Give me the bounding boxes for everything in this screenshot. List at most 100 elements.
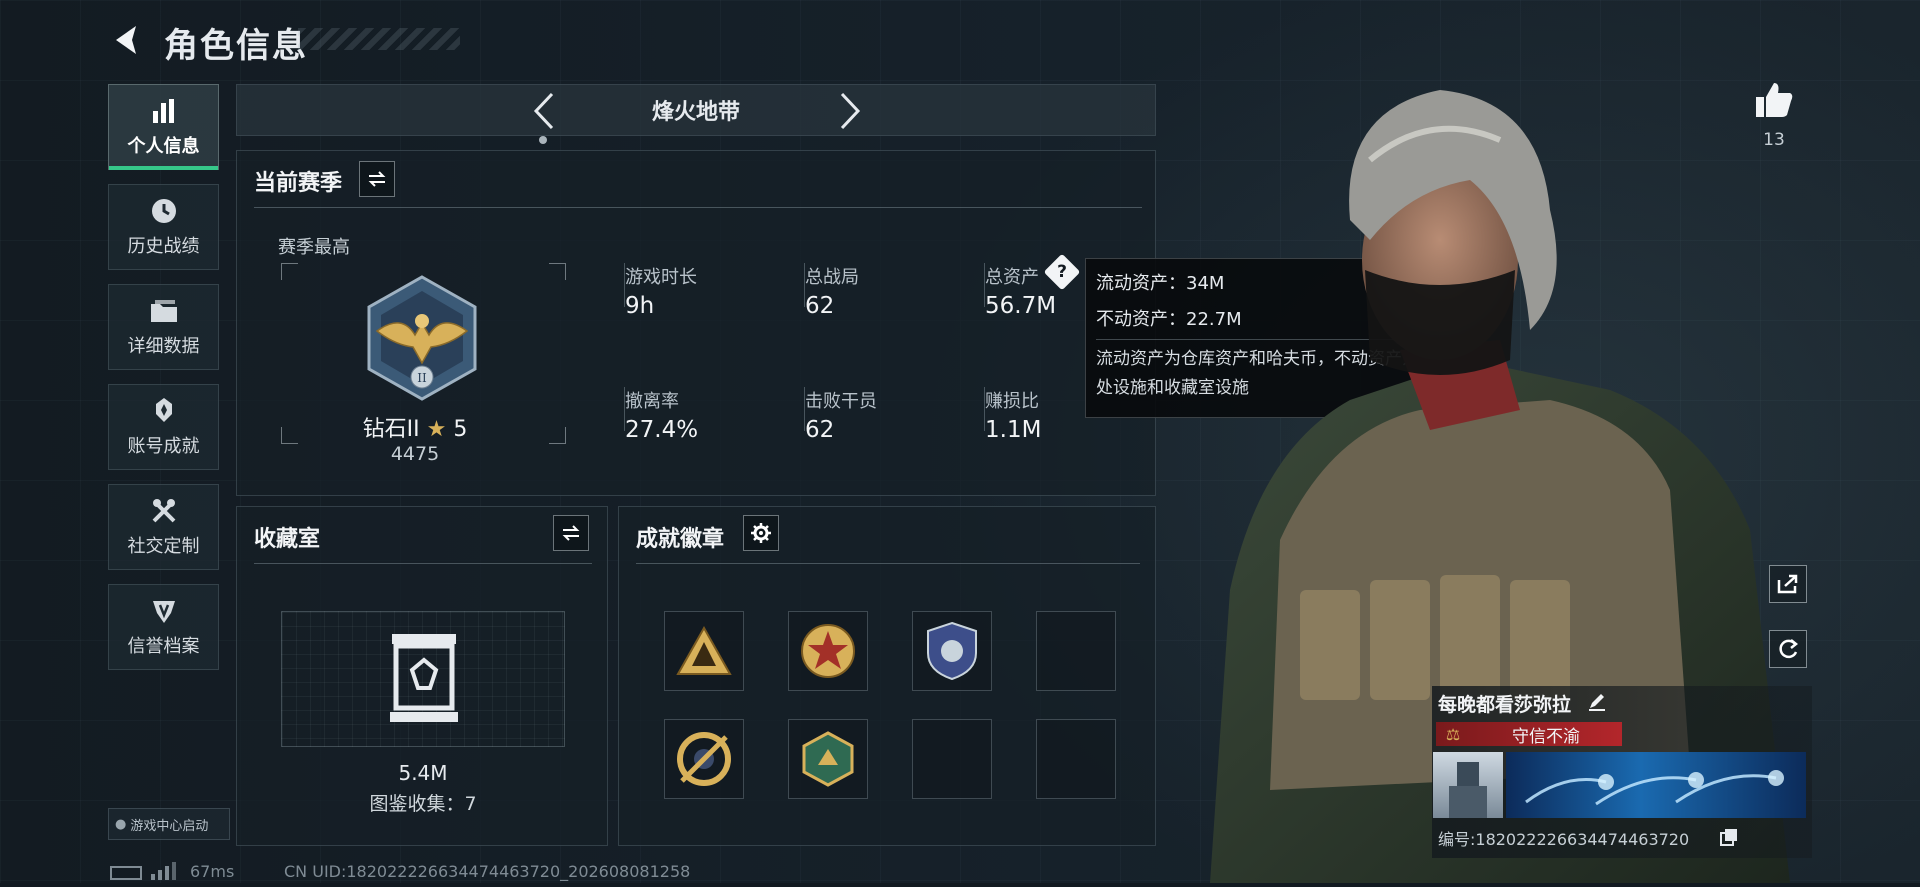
badges-panel: 成就徽章 — [618, 506, 1156, 846]
pencil-icon — [1589, 694, 1605, 711]
frame-corner — [549, 427, 566, 444]
badge-slot[interactable] — [912, 611, 992, 691]
divider — [254, 207, 1142, 208]
star-icon: ★ — [426, 417, 447, 442]
stat-value: 62 — [805, 293, 835, 319]
swap-icon — [562, 525, 580, 541]
like-count: 13 — [1763, 130, 1785, 150]
badge-slot[interactable] — [788, 719, 868, 799]
back-button[interactable] — [108, 18, 144, 62]
badge-slot-empty[interactable] — [912, 719, 992, 799]
stat-value: 9h — [625, 293, 655, 319]
nav-label: 社交定制 — [127, 536, 200, 557]
clock-icon — [149, 196, 179, 226]
collection-preview[interactable] — [281, 611, 565, 747]
refresh-icon — [1779, 639, 1799, 659]
stat-label: 击败干员 — [805, 391, 877, 412]
collection-title: 收藏室 — [254, 527, 321, 552]
rank-score: 4475 — [390, 443, 440, 465]
ping-text: 67ms — [190, 862, 235, 881]
player-name: 每晚都看莎弥拉 — [1438, 694, 1572, 716]
copy-icon — [1720, 829, 1737, 846]
shield-icon — [149, 596, 179, 626]
battery-icon — [110, 866, 142, 880]
season-title: 当前赛季 — [254, 171, 343, 196]
stat-value: 27.4% — [625, 417, 699, 443]
copy-id-button[interactable] — [1720, 828, 1738, 846]
thumbs-up-icon — [1756, 83, 1793, 117]
gear-icon — [751, 523, 771, 543]
svg-text:II: II — [417, 371, 427, 385]
nav-personal-info[interactable]: 个人信息 — [108, 84, 219, 170]
collection-switch-button[interactable] — [553, 515, 589, 551]
qq-icon: ● — [115, 816, 127, 832]
player-title-badge: ⚖ 守信不渝 — [1436, 722, 1622, 747]
scale-icon: ⚖ — [1445, 724, 1461, 744]
collection-panel: 收藏室 5.4M 图鉴收集：7 — [236, 506, 608, 846]
season-best-label: 赛季最高 — [278, 237, 350, 258]
game-center-label: 游戏中心启动 — [130, 818, 209, 834]
nav-account-achievements[interactable]: 账号成就 — [108, 384, 219, 470]
player-banner — [1506, 752, 1806, 818]
medal-icon — [149, 396, 179, 426]
nav-social-custom[interactable]: 社交定制 — [108, 484, 219, 570]
frame-corner — [281, 427, 298, 444]
badge-shield-icon — [927, 621, 977, 681]
folder-icon — [149, 296, 179, 326]
badges-title: 成就徽章 — [636, 527, 725, 552]
stat-label: 总资产 — [985, 267, 1039, 288]
divider — [254, 563, 592, 564]
like-button[interactable] — [1752, 78, 1796, 122]
badge-slot-empty[interactable] — [1036, 719, 1116, 799]
swap-icon — [368, 171, 386, 187]
nav-label: 个人信息 — [127, 136, 200, 157]
season-switch-button[interactable] — [359, 161, 395, 197]
mode-title: 烽火地带 — [651, 100, 740, 125]
badge-slot[interactable] — [788, 611, 868, 691]
nav-history[interactable]: 历史战绩 — [108, 184, 219, 270]
season-panel: 当前赛季 赛季最高 II 钻石II ★ 5 4475 游戏时长 9h 总战局 6… — [236, 150, 1156, 496]
badge-slot-empty[interactable] — [1036, 611, 1116, 691]
mode-next-button[interactable] — [834, 90, 866, 132]
back-arrow-icon — [116, 26, 136, 54]
stat-value: 62 — [805, 417, 835, 443]
frame-corner — [549, 263, 566, 280]
badge-slot[interactable] — [664, 719, 744, 799]
stat-value: 56.7M — [985, 293, 1057, 319]
game-center-button[interactable]: ● 游戏中心启动 — [108, 808, 230, 840]
stat-label: 游戏时长 — [625, 267, 697, 288]
rank-line: 钻石II ★ 5 — [297, 411, 533, 443]
nav-reputation[interactable]: 信誉档案 — [108, 584, 219, 670]
badges-settings-button[interactable] — [743, 515, 779, 551]
nav-label: 详细数据 — [127, 336, 200, 357]
bar-chart-icon — [149, 96, 179, 126]
nav-detail-data[interactable]: 详细数据 — [108, 284, 219, 370]
stat-value: 1.1M — [985, 417, 1042, 443]
rank-emblem: II — [357, 273, 487, 407]
display-case-icon — [390, 634, 458, 722]
player-avatar[interactable] — [1433, 752, 1503, 818]
help-icon: ? — [1057, 262, 1067, 282]
collection-value: 5.4M — [398, 761, 448, 785]
nav-label: 信誉档案 — [127, 636, 200, 657]
rank-name: 钻石II — [362, 417, 420, 442]
collection-count: 图鉴收集：7 — [369, 793, 477, 815]
edit-name-button[interactable] — [1586, 690, 1608, 712]
uid-text: CN UID:18202222663447446372​0_2026080812… — [284, 862, 691, 881]
divider — [636, 563, 1140, 564]
stat-label: 赚损比 — [985, 391, 1039, 412]
nav-label: 账号成就 — [127, 436, 200, 457]
chevron-right-icon — [840, 92, 861, 130]
nav-label: 历史战绩 — [127, 236, 200, 257]
refresh-button[interactable] — [1769, 630, 1807, 668]
rank-stars: 5 — [453, 417, 468, 442]
share-icon — [1777, 574, 1798, 594]
stat-label: 撤离率 — [625, 391, 679, 412]
badge-slot[interactable] — [664, 611, 744, 691]
share-button[interactable] — [1769, 565, 1807, 603]
player-title: 守信不渝 — [1512, 726, 1580, 747]
badge-target-icon — [677, 732, 731, 786]
header-decoration — [298, 28, 460, 50]
signal-icon — [150, 862, 176, 884]
badge-triangle-icon — [676, 625, 732, 675]
